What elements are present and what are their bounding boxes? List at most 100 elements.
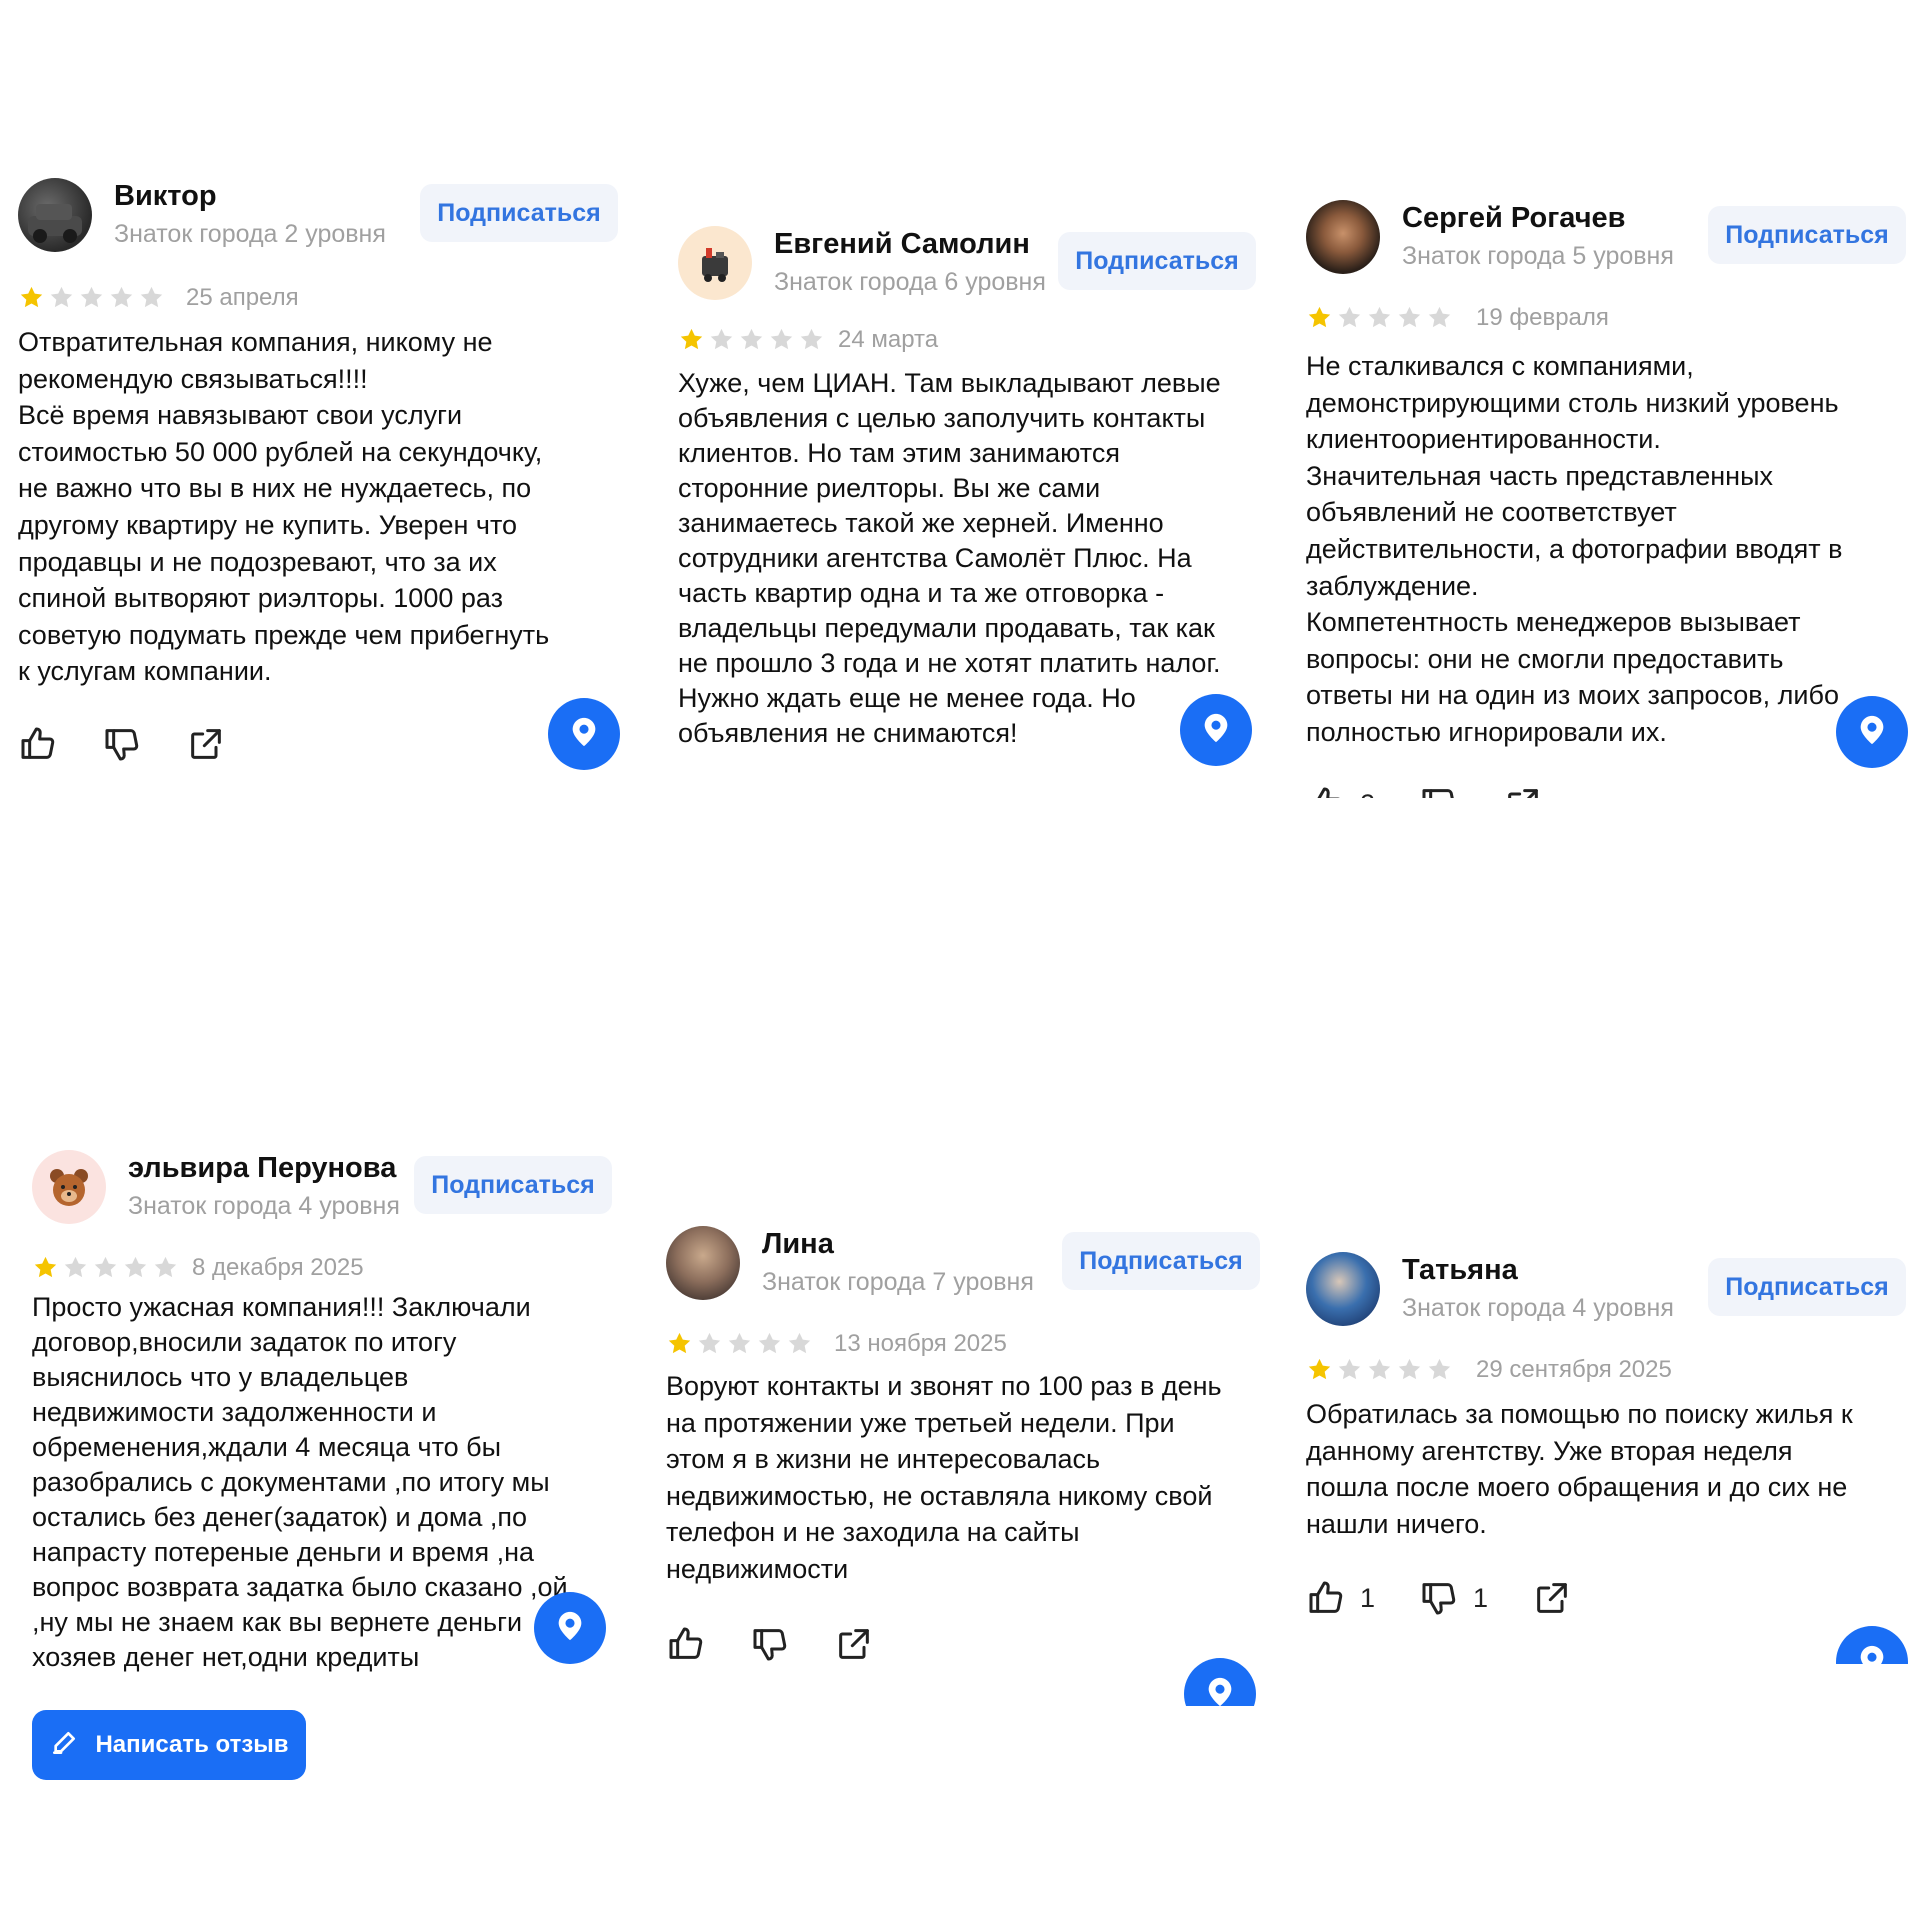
star-icon (1308, 306, 1331, 328)
avatar[interactable] (678, 226, 752, 300)
star-icon (800, 328, 823, 350)
review-text: Воруют контакты и звонят по 100 раз в де… (666, 1371, 1222, 1584)
star-icon (34, 1256, 57, 1278)
review-text: Отвратительная компания, никому не реком… (18, 327, 550, 687)
like-count: 2 (1360, 789, 1375, 799)
author-level: Знаток города 4 уровня (128, 1192, 400, 1220)
star-icon (94, 1256, 117, 1278)
subscribe-button[interactable]: Подписаться (1058, 232, 1256, 290)
share-icon (186, 724, 226, 764)
avatar[interactable] (1306, 1252, 1380, 1326)
dislike-button[interactable] (1419, 784, 1459, 798)
map-pin-button[interactable] (534, 1592, 606, 1664)
map-pin-button[interactable] (1184, 1658, 1256, 1706)
author-level: Знаток города 4 уровня (1402, 1294, 1674, 1322)
star-icon (1428, 1358, 1451, 1380)
map-pin-icon (1199, 711, 1233, 750)
star-icon (1368, 1358, 1391, 1380)
author-level: Знаток города 6 уровня (774, 268, 1046, 296)
author-name[interactable]: Сергей Рогачев (1402, 202, 1626, 235)
subscribe-button[interactable]: Подписаться (1062, 1232, 1260, 1290)
thumbs-down-icon (1419, 1578, 1459, 1618)
author-level: Знаток города 7 уровня (762, 1268, 1034, 1296)
star-icon (770, 328, 793, 350)
share-button[interactable] (1503, 784, 1543, 798)
star-icon (124, 1256, 147, 1278)
avatar[interactable] (1306, 200, 1380, 274)
subscribe-button[interactable]: Подписаться (420, 184, 618, 242)
star-icon (80, 286, 103, 308)
star-icon (668, 1332, 691, 1354)
review-text: Не сталкивался с компаниями, демонстриру… (1306, 351, 1843, 747)
author-name[interactable]: Евгений Самолин (774, 228, 1030, 261)
author-name[interactable]: Лина (762, 1228, 834, 1261)
star-icon (680, 328, 703, 350)
map-pin-icon (553, 1609, 587, 1648)
review-date: 8 декабря 2025 (192, 1254, 364, 1281)
author-name[interactable]: Виктор (114, 180, 217, 213)
star-icon (140, 286, 163, 308)
avatar[interactable] (32, 1150, 106, 1224)
review-card: Лина Знаток города 7 уровня Подписаться … (666, 1226, 1266, 1706)
review-card: Евгений Самолин Знаток города 6 уровня П… (678, 226, 1278, 766)
like-button[interactable]: 2 (1306, 784, 1375, 798)
avatar[interactable] (666, 1226, 740, 1300)
author-level: Знаток города 5 уровня (1402, 242, 1674, 270)
like-button[interactable]: 1 (1306, 1578, 1375, 1618)
share-button[interactable] (186, 724, 226, 764)
map-pin-icon (1203, 1675, 1237, 1707)
write-review-label: Написать отзыв (95, 1731, 289, 1758)
thumbs-up-icon (666, 1624, 706, 1664)
subscribe-button[interactable]: Подписаться (414, 1156, 612, 1214)
star-icon (20, 286, 43, 308)
author-name[interactable]: Татьяна (1402, 1254, 1518, 1287)
review-text: Просто ужасная компания!!! Заключали дог… (32, 1292, 568, 1672)
subscribe-button[interactable]: Подписаться (1708, 1258, 1906, 1316)
thumbs-down-icon (102, 724, 142, 764)
map-pin-button[interactable] (548, 698, 620, 770)
star-icon (728, 1332, 751, 1354)
map-pin-button[interactable] (1836, 696, 1908, 768)
rating-stars (666, 1330, 813, 1357)
review-actions (666, 1624, 918, 1664)
like-count: 1 (1360, 1582, 1376, 1613)
dislike-button[interactable]: 1 (1419, 1578, 1488, 1618)
dislike-count: 1 (1473, 1582, 1489, 1613)
star-icon (1308, 1358, 1331, 1380)
rating-stars (32, 1254, 179, 1281)
review-actions (18, 724, 270, 764)
avatar[interactable] (18, 178, 92, 252)
map-pin-icon (1855, 713, 1889, 752)
rating-stars (1306, 1356, 1453, 1383)
share-button[interactable] (834, 1624, 874, 1664)
share-button[interactable] (1532, 1578, 1572, 1618)
dislike-button[interactable] (102, 724, 142, 764)
review-card: эльвира Перунова Знаток города 4 уровня … (32, 1150, 612, 1690)
review-card: Татьяна Знаток города 4 уровня Подписать… (1306, 1252, 1914, 1664)
share-icon (834, 1624, 874, 1664)
thumbs-up-icon (1306, 1578, 1346, 1618)
author-name[interactable]: эльвира Перунова (128, 1152, 396, 1185)
map-pin-button[interactable] (1836, 1626, 1908, 1664)
review-date: 29 сентября 2025 (1476, 1356, 1672, 1383)
like-button[interactable] (666, 1624, 706, 1664)
star-icon (1398, 306, 1421, 328)
map-pin-icon (567, 715, 601, 754)
review-date: 24 марта (838, 326, 939, 353)
like-button[interactable] (18, 724, 58, 764)
star-icon (64, 1256, 87, 1278)
dislike-button[interactable] (750, 1624, 790, 1664)
map-pin-button[interactable] (1180, 694, 1252, 766)
review-card: Виктор Знаток города 2 уровня Подписатьс… (18, 178, 628, 778)
review-date: 19 февраля (1476, 304, 1609, 331)
star-icon (698, 1332, 721, 1354)
thumbs-down-icon (1419, 784, 1459, 798)
star-icon (758, 1332, 781, 1354)
star-icon (1398, 1358, 1421, 1380)
star-icon (1428, 306, 1451, 328)
subscribe-button[interactable]: Подписаться (1708, 206, 1906, 264)
rating-stars (1306, 304, 1453, 331)
thumbs-down-icon (750, 1624, 790, 1664)
write-review-button[interactable]: Написать отзыв (32, 1710, 306, 1780)
author-level: Знаток города 2 уровня (114, 220, 386, 248)
